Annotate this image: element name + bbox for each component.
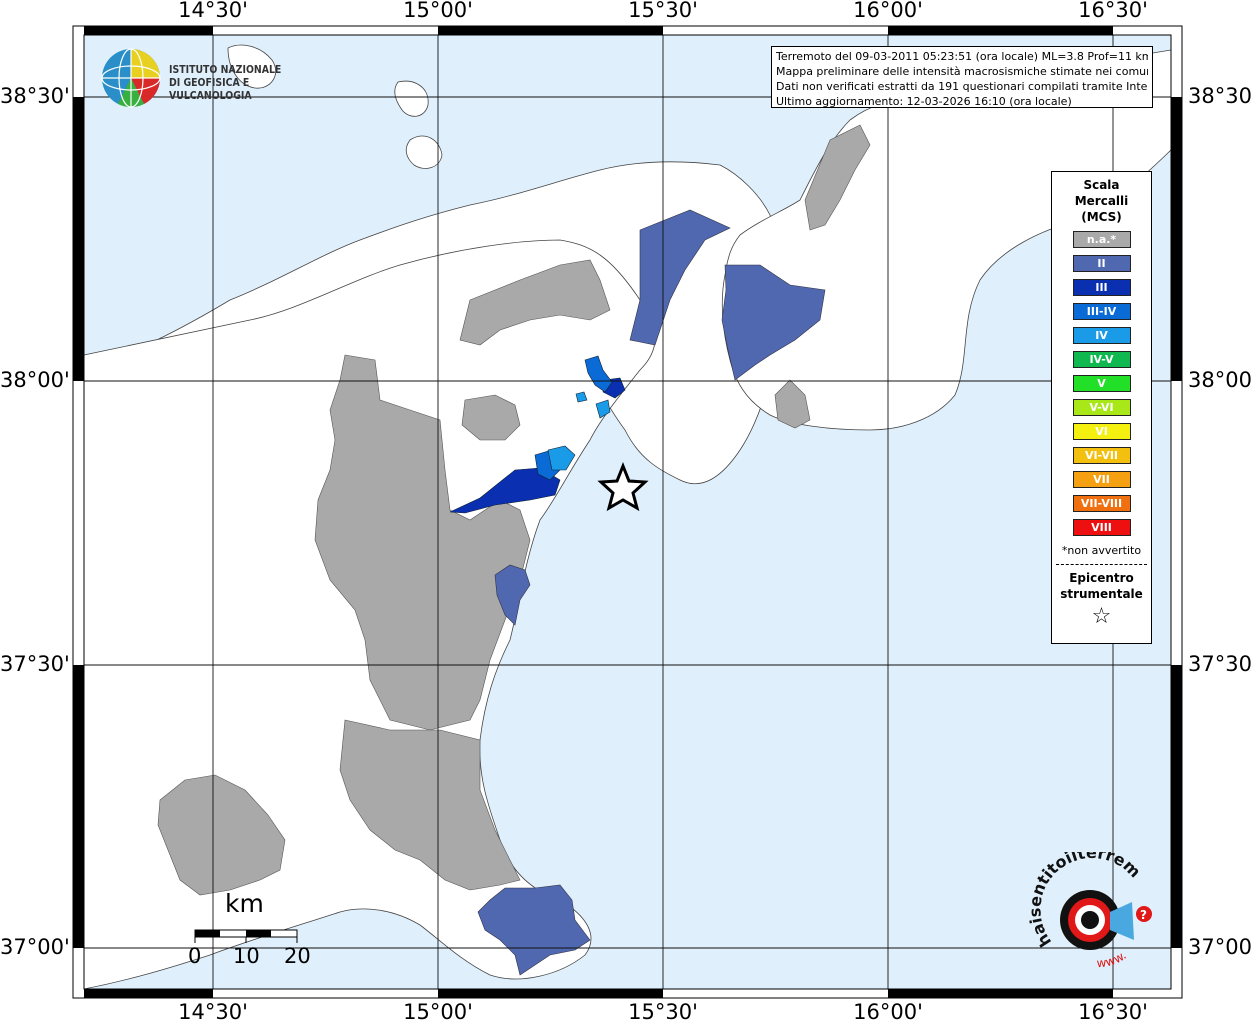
legend-note: *non avvertito (1061, 544, 1142, 557)
lon-label-top-1: 14°30' (178, 0, 248, 22)
legend-epicenter-1: Epicentro (1069, 571, 1134, 585)
legend-title-3: (MCS) (1081, 210, 1122, 224)
info-line-4: Ultimo aggiornamento: 12-03-2026 16:10 (… (776, 95, 1072, 108)
haisentito-logo: ? haisentitoilterremoto.it www. (1017, 837, 1172, 982)
legend-item: VI-VII (1072, 447, 1131, 464)
legend-item: VI (1072, 423, 1131, 440)
haisentito-prefix: www. (1096, 948, 1129, 970)
legend-item: V (1072, 375, 1131, 392)
lon-label-bottom-5: 16°30' (1078, 1000, 1148, 1024)
legend-item: VIII (1072, 519, 1131, 536)
legend-item: VII (1072, 471, 1131, 488)
lon-label-top-3: 15°30' (628, 0, 698, 22)
legend-item: III-IV (1072, 303, 1131, 320)
legend-title: Scala Mercalli (MCS) (1052, 177, 1151, 225)
legend-epicenter-2: strumentale (1060, 587, 1143, 601)
lat-label-left-4: 37°00' (0, 935, 70, 959)
legend: Scala Mercalli (MCS) n.a.* II III III-IV IV I… (1051, 171, 1152, 644)
scale-tick-10: 10 (233, 944, 260, 968)
ingv-logo: ISTITUTO NAZIONALE DI GEOFISICA E VULCAN… (100, 47, 320, 111)
legend-separator (1056, 564, 1147, 565)
logo-line-2: DI GEOFISICA E VULCANOLOGIA (169, 76, 252, 102)
globe-icon (101, 48, 161, 108)
legend-item: V-VI (1072, 399, 1131, 416)
info-line-3: Dati non verificati estratti da 191 ques… (776, 80, 1148, 93)
svg-text:?: ? (1140, 908, 1147, 922)
lat-label-left-3: 37°30' (0, 652, 70, 676)
lon-label-bottom-4: 16°00' (853, 1000, 923, 1024)
lon-label-top-2: 15°00' (403, 0, 473, 22)
lon-label-top-5: 16°30' (1078, 0, 1148, 22)
haisentito-icon: ? haisentitoilterremoto.it www. (1017, 837, 1152, 970)
legend-item: IV (1072, 327, 1131, 344)
star-icon: ☆ (1091, 604, 1112, 629)
info-box: Terremoto del 09-03-2011 05:23:51 (ora l… (771, 46, 1153, 108)
legend-item: III (1072, 279, 1131, 296)
legend-items: n.a.* II III III-IV IV IV-V V V-VI VI VI-VII VII VI… (1052, 231, 1151, 536)
logo-line-1: ISTITUTO NAZIONALE (169, 63, 282, 76)
info-line-1: Terremoto del 09-03-2011 05:23:51 (ora l… (776, 50, 1148, 63)
legend-title-1: Scala (1083, 178, 1120, 192)
legend-item: VII-VIII (1072, 495, 1131, 512)
lat-label-right-1: 38°30' (1188, 84, 1254, 108)
lon-label-bottom-1: 14°30' (178, 1000, 248, 1024)
info-line-2: Mappa preliminare delle intensità macros… (776, 65, 1148, 78)
svg-text:www.: www. (1096, 948, 1129, 970)
lat-label-right-2: 38°00' (1188, 368, 1254, 392)
legend-item: II (1072, 255, 1131, 272)
lat-label-left-1: 38°30' (0, 84, 70, 108)
scale-tick-20: 20 (284, 944, 311, 968)
legend-epicenter: Epicentro strumentale (1052, 570, 1151, 602)
lon-label-bottom-2: 15°00' (403, 1000, 473, 1024)
legend-title-2: Mercalli (1074, 194, 1129, 208)
lat-label-right-4: 37°00' (1188, 935, 1254, 959)
lon-label-bottom-3: 15°30' (628, 1000, 698, 1024)
lat-label-right-3: 37°30' (1188, 652, 1254, 676)
lon-label-top-4: 16°00' (853, 0, 923, 22)
scale-tick-0: 0 (188, 944, 202, 968)
lat-label-left-2: 38°00' (0, 368, 70, 392)
scale-unit: km (225, 889, 264, 918)
legend-item: n.a.* (1072, 231, 1131, 248)
legend-item: IV-V (1072, 351, 1131, 368)
